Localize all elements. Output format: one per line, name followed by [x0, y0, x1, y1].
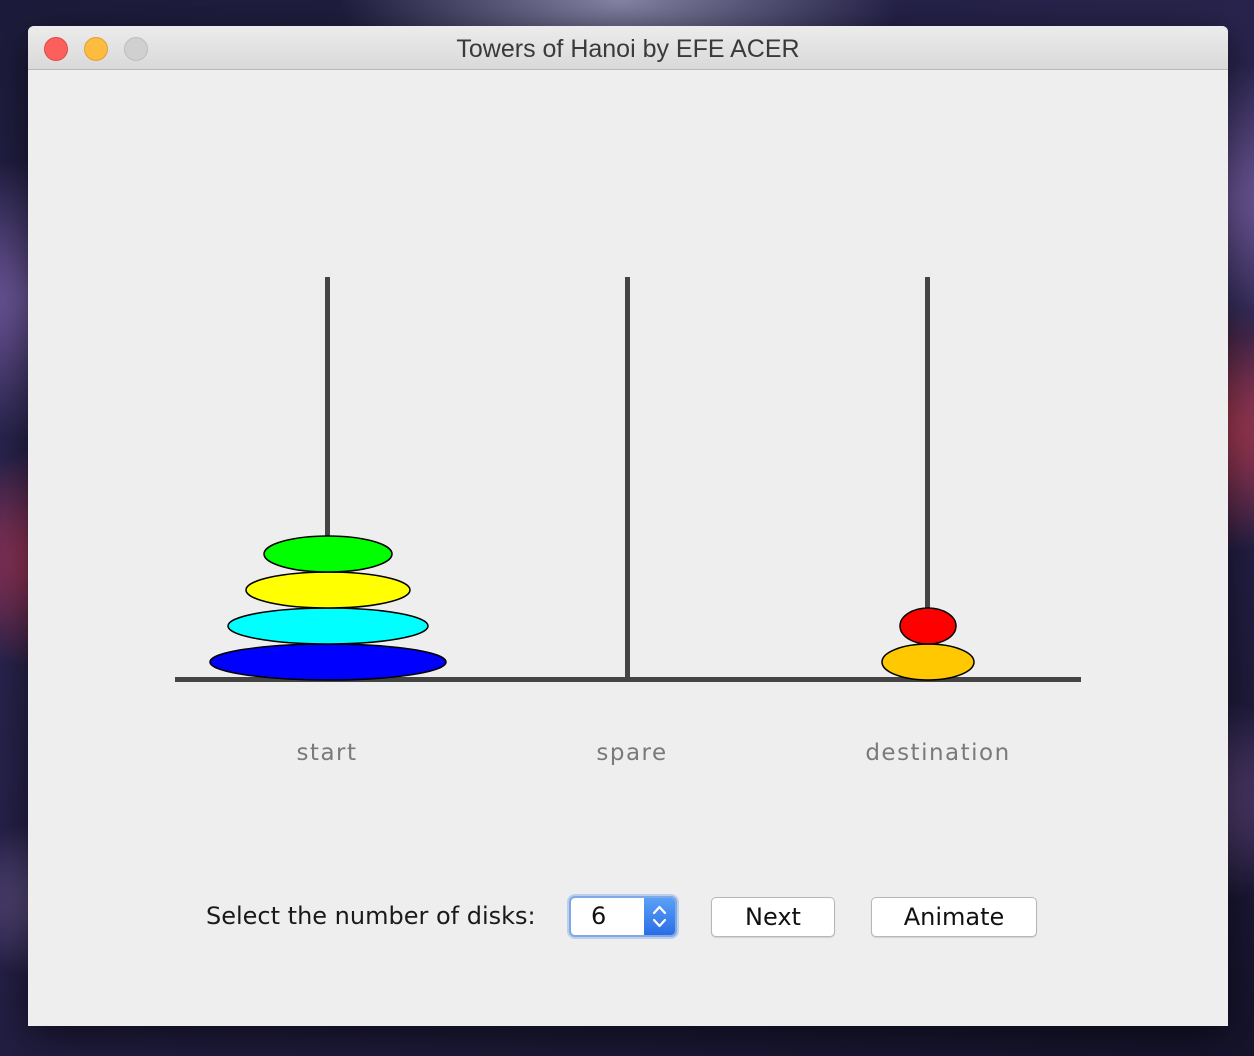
- next-button[interactable]: Next: [711, 897, 835, 937]
- peg-spare-rod: [625, 277, 630, 680]
- window-title: Towers of Hanoi by EFE ACER: [456, 35, 800, 63]
- tower-board: [175, 277, 1081, 682]
- disk-start-5: [227, 607, 429, 645]
- chevron-up-icon[interactable]: [652, 905, 667, 915]
- app-window: Towers of Hanoi by EFE ACER start spare …: [28, 26, 1228, 1026]
- chevron-down-icon[interactable]: [652, 918, 667, 928]
- peg-label-spare: spare: [596, 740, 668, 766]
- spinner-stepper[interactable]: [644, 898, 675, 935]
- disk-count-label: Select the number of disks:: [206, 902, 536, 930]
- disk-destination-2: [881, 643, 975, 681]
- disk-start-6: [209, 643, 447, 681]
- hanoi-panel: start spare destination Select the numbe…: [28, 70, 1228, 1026]
- disks-layer: [209, 535, 975, 681]
- disk-start-4: [245, 571, 411, 609]
- peg-label-destination: destination: [865, 740, 1011, 766]
- disk-count-value[interactable]: 6: [591, 902, 606, 930]
- title-bar[interactable]: Towers of Hanoi by EFE ACER: [28, 26, 1228, 70]
- disk-destination-1: [899, 607, 957, 645]
- animate-button[interactable]: Animate: [871, 897, 1037, 937]
- disk-count-spinner[interactable]: 6: [569, 896, 677, 937]
- disk-start-3: [263, 535, 393, 573]
- peg-label-start: start: [296, 740, 358, 766]
